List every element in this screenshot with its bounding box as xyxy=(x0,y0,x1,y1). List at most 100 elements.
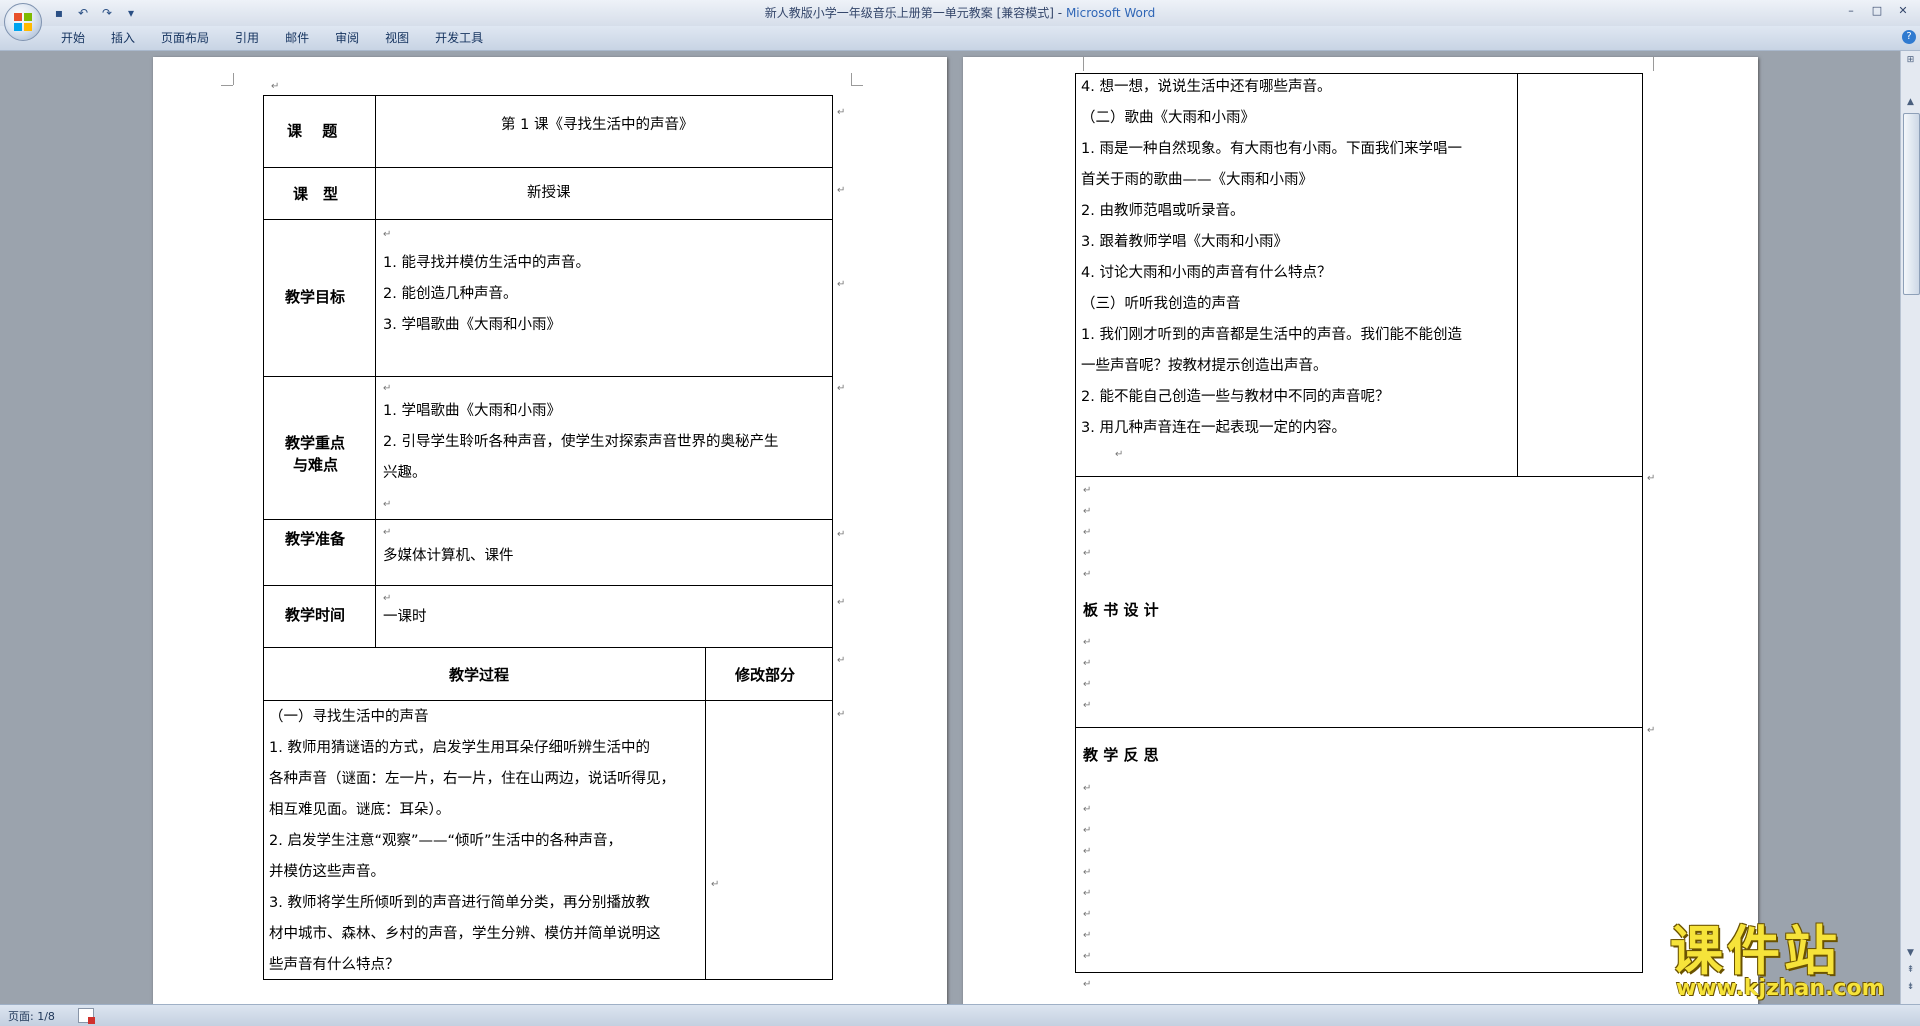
crop-mark xyxy=(851,73,852,85)
process-line: 1. 雨是一种自然现象。有大雨也有小雨。下面我们来学唱一 xyxy=(1081,141,1462,157)
close-button[interactable]: ✕ xyxy=(1890,2,1916,20)
paragraph-mark: ↵ xyxy=(383,499,392,510)
process-line: 各种声音（谜面：左一片，右一片，住在山两边，说话听得见， xyxy=(269,771,675,787)
process-line: 2. 启发学生注意“观察”——“倾听”生活中的各种声音， xyxy=(269,833,622,849)
row-end-mark: ↵ xyxy=(837,709,846,720)
paragraph-mark: ↵ xyxy=(711,879,720,890)
topic-label: 课 题 xyxy=(287,122,338,140)
lesson-plan-table-continued: 4. 想一想，说说生活中还有哪些声音。 （二）歌曲《大雨和小雨》 1. 雨是一种… xyxy=(1075,73,1643,973)
app-name: Microsoft Word xyxy=(1065,6,1156,20)
board-design-label: 板 书 设 计 xyxy=(1083,601,1159,619)
next-page-button[interactable]: ⇟ xyxy=(1903,980,1918,994)
tab-insert[interactable]: 插入 xyxy=(98,30,148,46)
topic-value: 第 1 课《寻找生活中的声音》 xyxy=(501,117,694,133)
key-item: 兴趣。 xyxy=(383,465,427,481)
process-line: 1. 我们刚才听到的声音都是生活中的声音。我们能不能创造 xyxy=(1081,327,1462,343)
help-icon[interactable]: ? xyxy=(1902,30,1916,44)
row-end-mark: ↵ xyxy=(837,529,846,540)
paragraph-mark: ↵ xyxy=(383,229,392,240)
goal-item: 3. 学唱歌曲《大雨和小雨》 xyxy=(383,317,561,333)
row-end-mark: ↵ xyxy=(1647,473,1656,484)
crop-mark xyxy=(851,85,863,86)
window-title: 新人教版小学一年级音乐上册第一单元教案 [兼容模式] - Microsoft W… xyxy=(0,4,1920,21)
key-item: 2. 引导学生聆听各种声音，使学生对探索声音世界的奥秘产生 xyxy=(383,434,779,450)
window-controls: – □ ✕ xyxy=(1838,2,1916,20)
lesson-plan-table: 课 题 第 1 课《寻找生活中的声音》 课 型 新授课 教学目标 ↵ 1. 能寻… xyxy=(263,95,833,980)
process-line: 一些声音呢？按教材提示创造出声音。 xyxy=(1081,358,1328,374)
ruler-toggle-icon[interactable]: ⊞ xyxy=(1903,53,1918,67)
row-end-mark: ↵ xyxy=(837,597,846,608)
process-label: 教学过程 xyxy=(449,666,510,684)
process-line: 4. 讨论大雨和小雨的声音有什么特点？ xyxy=(1081,265,1332,281)
paragraph-mark: ↵ xyxy=(271,81,280,92)
paragraph-mark: ↵ xyxy=(1083,700,1092,711)
paragraph-mark: ↵ xyxy=(1083,506,1092,517)
process-line: 1. 教师用猜谜语的方式，启发学生用耳朵仔细听辨生活中的 xyxy=(269,740,650,756)
tab-review[interactable]: 审阅 xyxy=(322,30,372,46)
page-count[interactable]: 页面: 1/8 xyxy=(8,1008,55,1024)
process-line: 2. 能不能自己创造一些与教材中不同的声音呢？ xyxy=(1081,389,1390,405)
prep-value: 多媒体计算机、课件 xyxy=(383,548,514,564)
tab-page-layout[interactable]: 页面布局 xyxy=(148,30,222,46)
title-bar: ▪ ↶ ↷ ▾ 新人教版小学一年级音乐上册第一单元教案 [兼容模式] - Mic… xyxy=(0,0,1920,27)
paragraph-mark: ↵ xyxy=(1083,930,1092,941)
process-line: 3. 教师将学生所倾听到的声音进行简单分类，再分别播放教 xyxy=(269,895,650,911)
paragraph-mark: ↵ xyxy=(1083,783,1092,794)
row-end-mark: ↵ xyxy=(837,185,846,196)
goal-item: 2. 能创造几种声音。 xyxy=(383,286,518,302)
scroll-thumb[interactable] xyxy=(1903,113,1920,295)
maximize-button[interactable]: □ xyxy=(1864,2,1890,20)
minimize-button[interactable]: – xyxy=(1838,2,1864,20)
paragraph-mark: ↵ xyxy=(1083,846,1092,857)
office-logo-icon xyxy=(14,13,32,31)
document-workspace[interactable]: ↵ 课 题 第 1 课《寻找生活中的声音》 课 型 新授课 教学目标 ↵ 1. … xyxy=(0,51,1900,1004)
paragraph-mark: ↵ xyxy=(1083,485,1092,496)
row-end-mark: ↵ xyxy=(837,279,846,290)
type-value: 新授课 xyxy=(527,185,571,201)
crop-mark xyxy=(221,85,233,86)
tab-developer[interactable]: 开发工具 xyxy=(422,30,496,46)
process-line: 首关于雨的歌曲——《大雨和小雨》 xyxy=(1081,172,1313,188)
paragraph-mark: ↵ xyxy=(1083,527,1092,538)
vertical-scrollbar[interactable]: ⊞ ▲ ▼ ⇞ ⇟ xyxy=(1900,51,1920,1004)
paragraph-mark: ↵ xyxy=(383,383,392,394)
crop-mark xyxy=(1083,57,1084,71)
keys-label: 与难点 xyxy=(293,456,339,474)
ribbon-tabs: 开始 插入 页面布局 引用 邮件 审阅 视图 开发工具 xyxy=(48,30,496,46)
revise-label: 修改部分 xyxy=(735,666,796,684)
tab-view[interactable]: 视图 xyxy=(372,30,422,46)
paragraph-mark: ↵ xyxy=(1083,679,1092,690)
paragraph-mark: ↵ xyxy=(1115,449,1124,460)
office-button[interactable] xyxy=(4,3,42,41)
paragraph-mark: ↵ xyxy=(1083,825,1092,836)
paragraph-mark: ↵ xyxy=(1083,548,1092,559)
goal-item: 1. 能寻找并模仿生活中的声音。 xyxy=(383,255,590,271)
paragraph-mark: ↵ xyxy=(1083,637,1092,648)
tab-references[interactable]: 引用 xyxy=(222,30,272,46)
time-value: 一课时 xyxy=(383,609,427,625)
keys-label: 教学重点 xyxy=(285,434,346,452)
paragraph-mark: ↵ xyxy=(1083,804,1092,815)
row-end-mark: ↵ xyxy=(837,655,846,666)
prep-label: 教学准备 xyxy=(285,530,346,548)
process-line: 相互难见面。谜底：耳朵）。 xyxy=(269,802,451,818)
paragraph-mark: ↵ xyxy=(383,527,392,538)
process-line: 3. 用几种声音连在一起表现一定的内容。 xyxy=(1081,420,1346,436)
paragraph-mark: ↵ xyxy=(1083,951,1092,962)
tab-mailings[interactable]: 邮件 xyxy=(272,30,322,46)
type-label: 课 型 xyxy=(293,185,339,203)
paragraph-mark: ↵ xyxy=(1083,569,1092,580)
scroll-up-button[interactable]: ▲ xyxy=(1903,95,1918,109)
watermark-url: www.kjzhan.com xyxy=(1676,976,1885,1001)
document-page-2[interactable]: 4. 想一想，说说生活中还有哪些声音。 （二）歌曲《大雨和小雨》 1. 雨是一种… xyxy=(963,57,1758,1004)
process-line: 材中城市、森林、乡村的声音，学生分辨、模仿并简单说明这 xyxy=(269,926,661,942)
scroll-down-button[interactable]: ▼ xyxy=(1903,946,1918,960)
ribbon-tab-bar: 开始 插入 页面布局 引用 邮件 审阅 视图 开发工具 ? xyxy=(0,26,1920,51)
process-line: （二）歌曲《大雨和小雨》 xyxy=(1081,110,1255,126)
process-line: 2. 由教师范唱或听录音。 xyxy=(1081,203,1245,219)
process-line: 些声音有什么特点？ xyxy=(269,957,400,973)
proofing-icon[interactable] xyxy=(78,1008,95,1024)
previous-page-button[interactable]: ⇞ xyxy=(1903,963,1918,977)
tab-home[interactable]: 开始 xyxy=(48,30,98,46)
document-page-1[interactable]: ↵ 课 题 第 1 课《寻找生活中的声音》 课 型 新授课 教学目标 ↵ 1. … xyxy=(153,57,947,1004)
